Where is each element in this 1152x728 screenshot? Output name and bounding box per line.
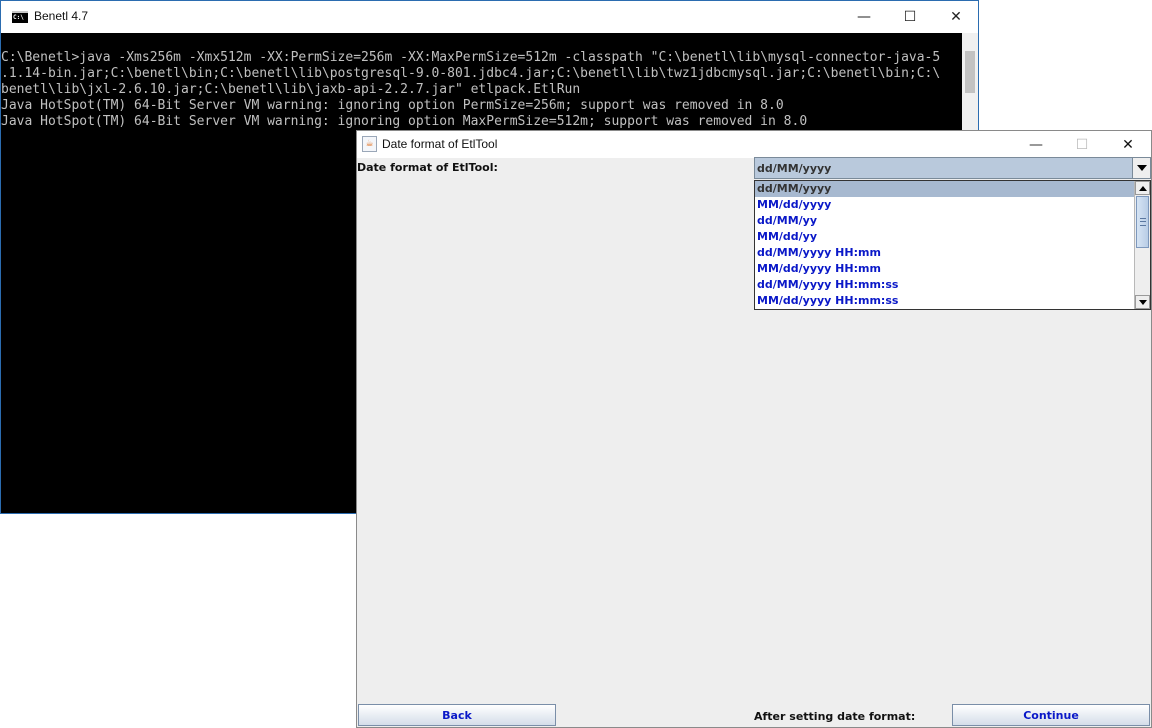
dropdown-option[interactable]: MM/dd/yyyy HH:mm <box>755 261 1134 277</box>
console-line: Java HotSpot(TM) 64-Bit Server VM warnin… <box>1 114 808 129</box>
dropdown-scrollbar[interactable] <box>1134 181 1150 309</box>
dialog-title: Date format of EtlTool <box>382 137 498 151</box>
dialog-minimize-button[interactable]: — <box>1013 131 1059 158</box>
console-scrollbar-thumb[interactable] <box>965 51 975 93</box>
dialog-titlebar[interactable]: ☕ Date format of EtlTool — ☐ ✕ <box>357 131 1151 158</box>
dropdown-option[interactable]: MM/dd/yyyy HH:mm:ss <box>755 293 1134 309</box>
console-title: Benetl 4.7 <box>34 9 89 23</box>
dropdown-scrollbar-thumb[interactable] <box>1136 196 1149 248</box>
dialog-close-button[interactable]: ✕ <box>1105 131 1151 158</box>
dialog-maximize-button[interactable]: ☐ <box>1059 131 1105 158</box>
close-icon: ✕ <box>1122 136 1134 153</box>
console-minimize-button[interactable]: — <box>841 1 887 33</box>
maximize-icon: ☐ <box>1075 136 1089 153</box>
continue-button-label: Continue <box>1023 708 1079 722</box>
dropdown-option[interactable]: MM/dd/yy <box>755 229 1134 245</box>
maximize-icon: ☐ <box>903 9 917 25</box>
console-line: Java HotSpot(TM) 64-Bit Server VM warnin… <box>1 98 784 113</box>
dropdown-options: dd/MM/yyyy MM/dd/yyyy dd/MM/yy MM/dd/yy … <box>755 181 1134 309</box>
after-setting-label: After setting date format: <box>754 710 916 723</box>
console-line: C:\Benetl>java -Xms256m -Xmx512m -XX:Per… <box>1 50 941 65</box>
close-icon: ✕ <box>950 9 962 25</box>
dropdown-option[interactable]: dd/MM/yyyy HH:mm:ss <box>755 277 1134 293</box>
back-button-label: Back <box>442 708 472 722</box>
desktop: C:\ Benetl 4.7 — ☐ ✕ C:\Benetl>java -Xms… <box>0 0 1152 728</box>
arrow-up-icon <box>1138 185 1147 191</box>
arrow-down-icon <box>1138 299 1147 305</box>
console-titlebar[interactable]: C:\ Benetl 4.7 — ☐ ✕ <box>1 1 978 33</box>
back-button[interactable]: Back <box>358 704 556 726</box>
dropdown-option[interactable]: dd/MM/yyyy <box>755 181 1134 197</box>
console-line: benetl\lib\jxl-2.6.10.jar;C:\benetl\lib\… <box>1 82 581 97</box>
dropdown-option[interactable]: dd/MM/yyyy HH:mm <box>755 245 1134 261</box>
date-format-label: Date format of EtlTool: <box>357 161 498 174</box>
minimize-icon: — <box>1029 136 1043 153</box>
date-format-combobox[interactable]: dd/MM/yyyy <box>754 157 1151 179</box>
grip-icon <box>1140 218 1146 226</box>
minimize-icon: — <box>857 9 871 25</box>
dropdown-option[interactable]: dd/MM/yy <box>755 213 1134 229</box>
continue-button[interactable]: Continue <box>952 704 1150 726</box>
date-format-dropdown-list: dd/MM/yyyy MM/dd/yyyy dd/MM/yy MM/dd/yy … <box>754 180 1151 310</box>
scroll-up-button[interactable] <box>1135 181 1150 195</box>
console-maximize-button[interactable]: ☐ <box>887 1 933 33</box>
dropdown-option[interactable]: MM/dd/yyyy <box>755 197 1134 213</box>
chevron-down-icon <box>1136 165 1147 171</box>
combobox-dropdown-button[interactable] <box>1132 158 1150 178</box>
date-format-selected-value: dd/MM/yyyy <box>757 162 832 175</box>
date-format-dialog: ☕ Date format of EtlTool — ☐ ✕ Date form… <box>356 130 1152 728</box>
console-app-icon: C:\ <box>12 11 28 23</box>
console-close-button[interactable]: ✕ <box>933 1 979 33</box>
scroll-down-button[interactable] <box>1135 295 1150 309</box>
java-icon: ☕ <box>362 136 377 152</box>
console-line: .1.14-bin.jar;C:\benetl\bin;C:\benetl\li… <box>1 66 941 81</box>
